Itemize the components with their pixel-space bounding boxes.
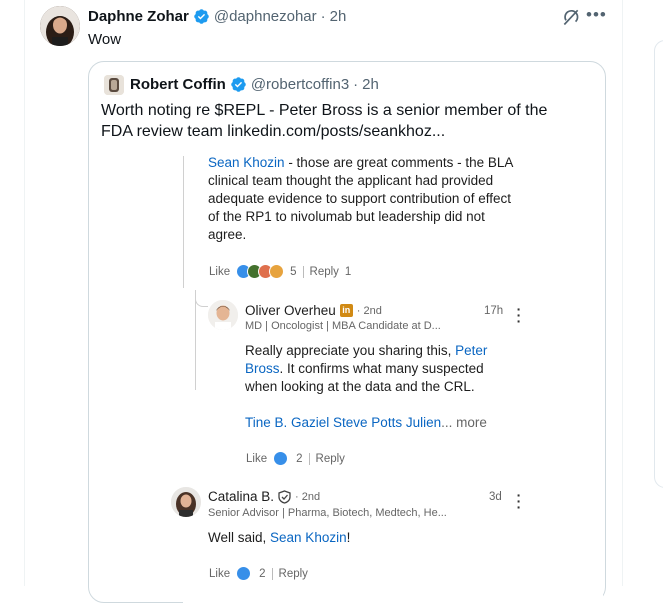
divider [271, 567, 273, 580]
reaction-count[interactable]: 2 [296, 453, 302, 465]
divider [308, 452, 310, 465]
more-options-icon[interactable]: · · · [516, 302, 522, 328]
comment-text: Really appreciate you sharing this, Pete… [245, 343, 488, 394]
reaction-count[interactable]: 5 [290, 266, 296, 278]
see-more-link[interactable]: ... more [441, 415, 487, 430]
reply-button[interactable]: Reply [279, 568, 308, 580]
commenter-name-row: Catalina B. · 2nd [208, 489, 320, 504]
quoted-tweet-text: Worth noting re $REPL - Peter Bross is a… [101, 102, 548, 140]
linkedin-post-text: Sean Khozin - those are great comments -… [208, 154, 518, 244]
thread-line [183, 156, 184, 288]
commenter-headline: Senior Advisor | Pharma, Biotech, Medtec… [208, 507, 447, 519]
mention-link[interactable]: Sean Khozin [208, 155, 285, 170]
verified-badge-icon [231, 77, 246, 92]
reply-button[interactable]: Reply [310, 266, 339, 278]
separator-dot: · [353, 76, 359, 93]
commenter-name[interactable]: Catalina B. [208, 489, 274, 504]
divider [302, 265, 304, 278]
connection-degree: · 2nd [356, 304, 382, 317]
mention-link[interactable]: Sean Khozin [270, 530, 347, 545]
post-actions: Like 5 Reply 1 [209, 264, 351, 279]
avatar[interactable] [40, 6, 80, 46]
commenter-avatar[interactable] [208, 300, 238, 330]
timeline-left-border [24, 0, 25, 586]
commenter-name-row: Oliver Overheu in · 2nd [245, 303, 382, 318]
reactions-icon [236, 264, 285, 279]
more-options-icon[interactable]: · · · [516, 488, 522, 514]
like-button[interactable]: Like [209, 568, 230, 580]
author-handle[interactable]: @daphnezohar [214, 8, 317, 25]
quoted-avatar[interactable] [104, 75, 124, 95]
separator-dot: · [320, 8, 326, 25]
comment-actions: Like 2 Reply [246, 451, 345, 466]
author-name[interactable]: Daphne Zohar [88, 8, 189, 25]
thread-connector [195, 294, 208, 307]
comment-actions: Like 2 Reply [209, 566, 308, 581]
tweet-text: Wow [88, 31, 122, 48]
like-reaction-icon [236, 566, 252, 581]
commenter-avatar[interactable] [171, 487, 201, 517]
thread-line [195, 290, 196, 390]
grok-icon[interactable] [561, 7, 581, 27]
tweet-header: Daphne Zohar @daphnezohar · 2h [88, 8, 346, 25]
tweet-timestamp[interactable]: 2h [330, 8, 347, 25]
quoted-tweet-header: Robert Coffin @robertcoffin3 · 2h [130, 76, 379, 93]
tagged-people: Tine B. Gaziel Steve Potts Julien... mor… [245, 414, 487, 432]
like-button[interactable]: Like [209, 266, 230, 278]
reply-button[interactable]: Reply [316, 453, 345, 465]
quoted-author-handle[interactable]: @robertcoffin3 [251, 76, 349, 93]
linkedin-premium-icon: in [339, 304, 353, 317]
quoted-author-name[interactable]: Robert Coffin [130, 76, 226, 93]
reply-count: 1 [344, 265, 352, 278]
comment-text: Well said, Sean Khozin! [208, 530, 351, 545]
timeline-right-border [622, 0, 623, 586]
verified-badge-icon [194, 9, 209, 24]
sidebar-card-edge [654, 40, 663, 488]
more-options-icon[interactable]: ••• [586, 5, 607, 25]
commenter-name[interactable]: Oliver Overheu [245, 303, 336, 318]
comment-timestamp: 3d [489, 491, 502, 503]
verified-shield-icon [278, 489, 291, 504]
quoted-tweet-timestamp[interactable]: 2h [362, 76, 379, 93]
tagged-names[interactable]: Tine B. Gaziel Steve Potts Julien [245, 415, 441, 430]
like-button[interactable]: Like [246, 453, 267, 465]
reaction-count[interactable]: 2 [259, 568, 265, 580]
like-reaction-icon [273, 451, 289, 466]
commenter-headline: MD | Oncologist | MBA Candidate at D... [245, 320, 441, 332]
connection-degree: · 2nd [295, 490, 321, 503]
comment-timestamp: 17h [484, 305, 504, 317]
